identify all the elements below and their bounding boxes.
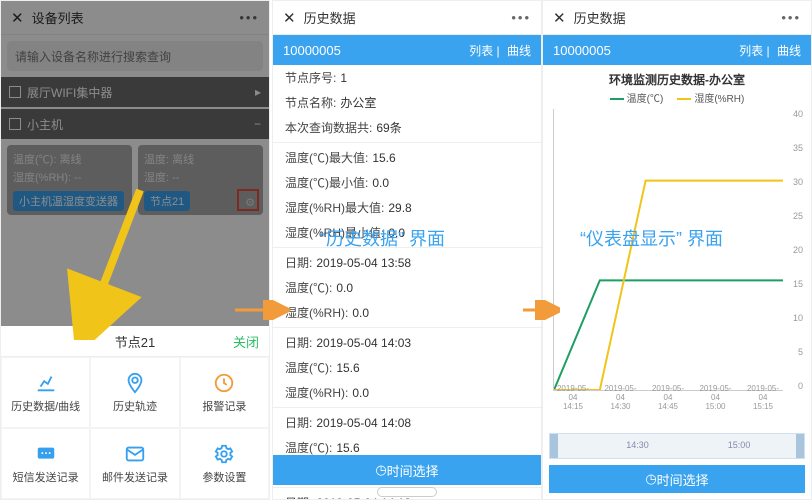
- caption: “历史数据” 界面: [320, 225, 445, 251]
- data-row: 日期:2019-05-04 14:08: [273, 410, 541, 435]
- more-icon[interactable]: •••: [239, 10, 259, 25]
- slider-handle[interactable]: [550, 434, 558, 458]
- data-row: 日期:2019-05-04 14:03: [273, 330, 541, 355]
- caption: “仪表盘显示” 界面: [580, 225, 723, 251]
- nav-pill: [377, 487, 437, 497]
- topbar: ✕ 历史数据 •••: [543, 1, 811, 35]
- close-icon[interactable]: ✕: [553, 9, 566, 27]
- data-row: 日期:2019-05-04 13:58: [273, 250, 541, 275]
- more-icon[interactable]: •••: [511, 10, 531, 25]
- device-list-panel: ✕ 设备列表 ••• 请输入设备名称进行搜索查询 展厅WIFI集中器▸ 小主机−…: [0, 0, 270, 500]
- data-row: 本次查询数据共:69条: [273, 115, 541, 140]
- device-card[interactable]: 温度: 离线 湿度: -- 节点21 ⚙: [138, 145, 263, 215]
- more-icon[interactable]: •••: [781, 10, 801, 25]
- action-settings[interactable]: 参数设置: [181, 429, 268, 498]
- chart-icon: [35, 372, 57, 394]
- sheet-title-bar: 节点21 关闭: [1, 327, 269, 357]
- action-alarm[interactable]: 报警记录: [181, 358, 268, 427]
- time-select-button[interactable]: ◷ 时间选择: [273, 455, 541, 485]
- tab-chart[interactable]: 曲线: [777, 44, 801, 58]
- topbar: ✕ 设备列表 •••: [1, 1, 269, 35]
- data-row: 温度(℃)最大值:15.6: [273, 145, 541, 170]
- panel-title: 设备列表: [32, 8, 84, 27]
- time-select-button[interactable]: ◷ 时间选择: [549, 465, 805, 493]
- data-row: 湿度(%RH):0.0: [273, 380, 541, 405]
- data-row: 温度(℃)最小值:0.0: [273, 170, 541, 195]
- alarm-icon: [213, 372, 235, 394]
- close-icon[interactable]: ✕: [11, 9, 24, 27]
- data-row: 温度(℃):0.0: [273, 275, 541, 300]
- panel-title: 历史数据: [304, 8, 356, 27]
- panel-title: 历史数据: [574, 8, 626, 27]
- data-row: 湿度(%RH):0.0: [273, 300, 541, 325]
- id-bar: 10000005 列表 | 曲线: [273, 35, 541, 65]
- slider-handle[interactable]: [796, 434, 804, 458]
- tab-chart[interactable]: 曲线: [507, 44, 531, 58]
- chart-title: 环境监测历史数据-办公室: [543, 65, 811, 90]
- settings-icon: [213, 443, 235, 465]
- action-grid: 历史数据/曲线 历史轨迹 报警记录 短信发送记录 邮件发送记录 参数设置: [1, 357, 269, 499]
- gear-highlight: [237, 189, 259, 211]
- group-wifi[interactable]: 展厅WIFI集中器▸: [1, 77, 269, 107]
- data-row: 节点序号:1: [273, 65, 541, 90]
- chart-area: 4035302520151050 2019-05-0414:152019-05-…: [549, 109, 805, 419]
- action-track[interactable]: 历史轨迹: [91, 358, 178, 427]
- action-mail[interactable]: 邮件发送记录: [91, 429, 178, 498]
- close-button[interactable]: 关闭: [233, 332, 259, 351]
- tab-list[interactable]: 列表: [739, 44, 763, 58]
- location-icon: [124, 372, 146, 394]
- close-icon[interactable]: ✕: [283, 9, 296, 27]
- device-cards: 温度(℃): 离线 湿度(%RH): -- 小主机温湿度变送器 温度: 离线 湿…: [1, 139, 269, 221]
- id-bar: 10000005 列表 | 曲线: [543, 35, 811, 65]
- device-id: 10000005: [553, 43, 611, 58]
- device-card[interactable]: 温度(℃): 离线 湿度(%RH): -- 小主机温湿度变送器: [7, 145, 132, 215]
- mail-icon: [124, 443, 146, 465]
- device-id: 10000005: [283, 43, 341, 58]
- search-input[interactable]: 请输入设备名称进行搜索查询: [7, 41, 263, 71]
- time-slider[interactable]: 14:30 15:00: [549, 433, 805, 459]
- data-row: 温度(℃):15.6: [273, 355, 541, 380]
- sms-icon: [35, 443, 57, 465]
- action-sms[interactable]: 短信发送记录: [2, 429, 89, 498]
- data-row: 节点名称:办公室: [273, 90, 541, 115]
- tab-list[interactable]: 列表: [469, 44, 493, 58]
- chart-legend: 温度(℃) 湿度(%RH): [543, 90, 811, 109]
- action-history[interactable]: 历史数据/曲线: [2, 358, 89, 427]
- topbar: ✕ 历史数据 •••: [273, 1, 541, 35]
- group-host[interactable]: 小主机−: [1, 109, 269, 139]
- data-row: 湿度(%RH)最大值:29.8: [273, 195, 541, 220]
